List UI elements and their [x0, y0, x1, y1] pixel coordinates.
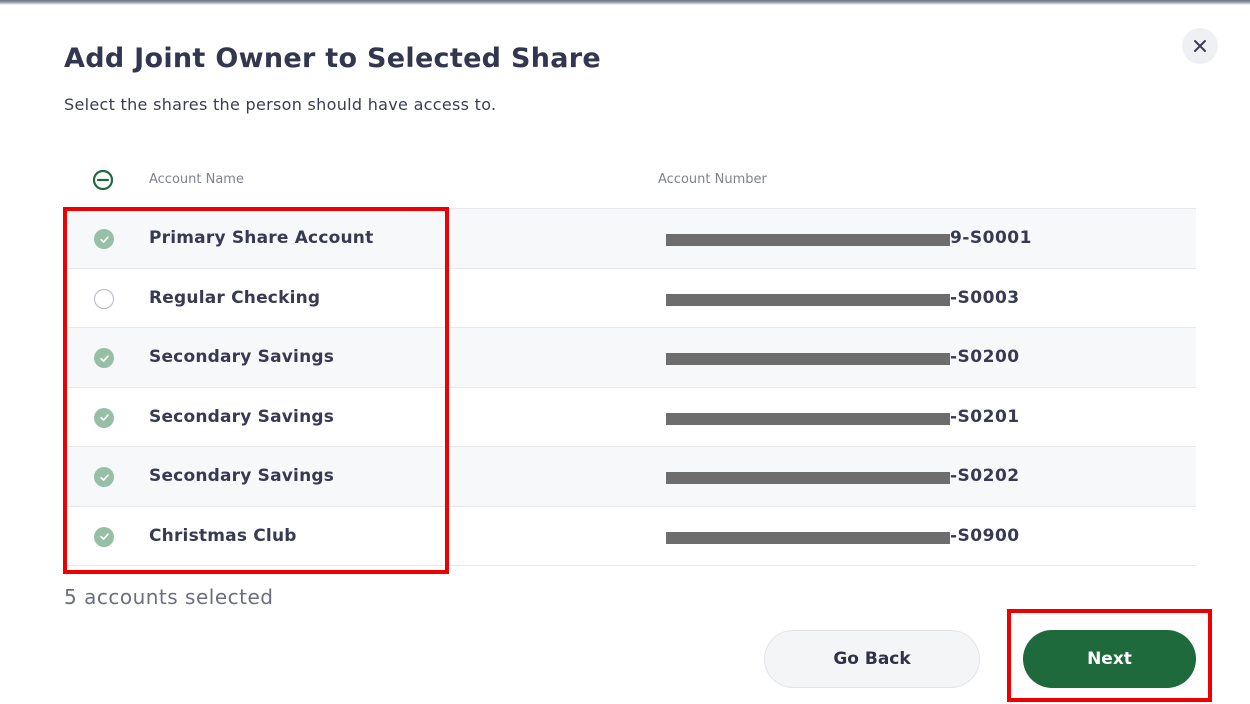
check-circle-icon[interactable] [94, 407, 114, 428]
minus-circle-icon[interactable] [92, 169, 114, 191]
account-name: Secondary Savings [149, 347, 335, 367]
redacted-account-number [666, 412, 950, 425]
table-row[interactable]: Secondary Savings -S0200 [64, 328, 1196, 388]
accounts-table: Primary Share Account 9-S0001 Regular Ch… [64, 208, 1196, 566]
redacted-account-number [666, 293, 950, 306]
close-icon [1194, 40, 1206, 52]
column-header-account-number: Account Number [658, 172, 767, 187]
account-name: Secondary Savings [149, 466, 335, 486]
account-number-suffix: -S0202 [950, 466, 1020, 486]
account-number-suffix: -S0003 [950, 287, 1020, 308]
dialog-title: Add Joint Owner to Selected Share [64, 43, 602, 74]
check-circle-icon[interactable] [94, 348, 114, 368]
next-button[interactable]: Next [1023, 630, 1196, 688]
account-name: Regular Checking [149, 287, 321, 308]
account-name: Secondary Savings [149, 406, 335, 427]
table-row[interactable]: Christmas Club -S0900 [64, 506, 1196, 566]
account-number-suffix: -S0201 [950, 406, 1020, 427]
close-button[interactable] [1182, 28, 1218, 64]
table-row[interactable]: Regular Checking -S0003 [64, 268, 1196, 328]
empty-circle-icon[interactable] [94, 288, 114, 309]
redacted-account-number [666, 353, 950, 365]
account-name: Primary Share Account [149, 228, 374, 248]
dialog-subtitle: Select the shares the person should have… [64, 95, 497, 114]
check-circle-icon[interactable] [94, 229, 114, 249]
account-number-suffix: -S0200 [950, 347, 1020, 367]
selected-count-label: 5 accounts selected [64, 585, 274, 609]
redacted-account-number [666, 531, 950, 544]
check-circle-icon[interactable] [94, 526, 114, 547]
redacted-account-number [666, 234, 950, 246]
go-back-button[interactable]: Go Back [764, 630, 980, 688]
column-header-account-name: Account Name [149, 172, 244, 187]
account-number-suffix: -S0900 [950, 525, 1020, 546]
table-header: Account Name Account Number [64, 163, 1196, 199]
table-row[interactable]: Secondary Savings -S0201 [64, 387, 1196, 447]
account-name: Christmas Club [149, 525, 297, 546]
redacted-account-number [666, 472, 950, 484]
check-circle-icon[interactable] [94, 467, 114, 487]
table-row[interactable]: Secondary Savings -S0202 [64, 447, 1196, 507]
table-row[interactable]: Primary Share Account 9-S0001 [64, 209, 1196, 269]
account-number-suffix: 9-S0001 [950, 228, 1032, 248]
window-top-border [0, 0, 1250, 5]
